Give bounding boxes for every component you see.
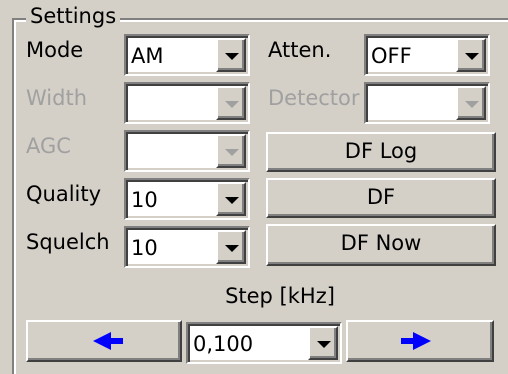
df-button[interactable]: DF	[266, 178, 496, 218]
detector-combobox[interactable]	[364, 82, 490, 124]
step-next-button[interactable]	[346, 320, 494, 362]
squelch-combobox[interactable]: 10	[124, 226, 250, 268]
chevron-down-icon	[225, 197, 239, 204]
mode-label: Mode	[26, 38, 84, 62]
chevron-down-icon	[225, 101, 239, 108]
chevron-down-icon	[317, 341, 331, 348]
right-arrow-icon	[413, 332, 431, 350]
squelch-value: 10	[131, 236, 158, 260]
chevron-down-icon	[225, 245, 239, 252]
step-value: 0,100	[193, 332, 254, 356]
atten-combobox[interactable]: OFF	[364, 34, 490, 76]
squelch-dropdown-button[interactable]	[216, 230, 246, 264]
quality-value: 10	[131, 188, 158, 212]
width-dropdown-button[interactable]	[216, 86, 246, 120]
quality-dropdown-button[interactable]	[216, 182, 246, 216]
mode-value: AM	[131, 44, 164, 68]
settings-group-title: Settings	[26, 4, 121, 28]
mode-dropdown-button[interactable]	[216, 38, 246, 72]
left-arrow-icon	[93, 332, 111, 350]
agc-label: AGC	[26, 134, 71, 158]
detector-label: Detector	[268, 86, 360, 110]
quality-combobox[interactable]: 10	[124, 178, 250, 220]
detector-dropdown-button[interactable]	[456, 86, 486, 120]
step-dropdown-button[interactable]	[308, 326, 338, 360]
width-label: Width	[26, 86, 88, 110]
atten-label: Atten.	[268, 38, 332, 62]
chevron-down-icon	[465, 53, 479, 60]
quality-label: Quality	[26, 182, 102, 206]
df-now-button[interactable]: DF Now	[266, 224, 496, 266]
step-combobox[interactable]: 0,100	[186, 322, 342, 364]
atten-value: OFF	[371, 44, 412, 68]
chevron-down-icon	[225, 149, 239, 156]
step-label: Step [kHz]	[225, 284, 335, 308]
df-log-button[interactable]: DF Log	[266, 132, 496, 172]
left-arrow-icon-bar	[111, 338, 123, 344]
chevron-down-icon	[465, 101, 479, 108]
chevron-down-icon	[225, 53, 239, 60]
right-arrow-icon-bar	[401, 338, 413, 344]
atten-dropdown-button[interactable]	[456, 38, 486, 72]
settings-panel: Settings Mode AM Atten. OFF Width Detect…	[0, 0, 508, 374]
mode-combobox[interactable]: AM	[124, 34, 250, 76]
agc-combobox[interactable]	[124, 130, 250, 172]
step-prev-button[interactable]	[26, 320, 182, 362]
squelch-label: Squelch	[26, 230, 110, 254]
agc-dropdown-button[interactable]	[216, 134, 246, 168]
width-combobox[interactable]	[124, 82, 250, 124]
